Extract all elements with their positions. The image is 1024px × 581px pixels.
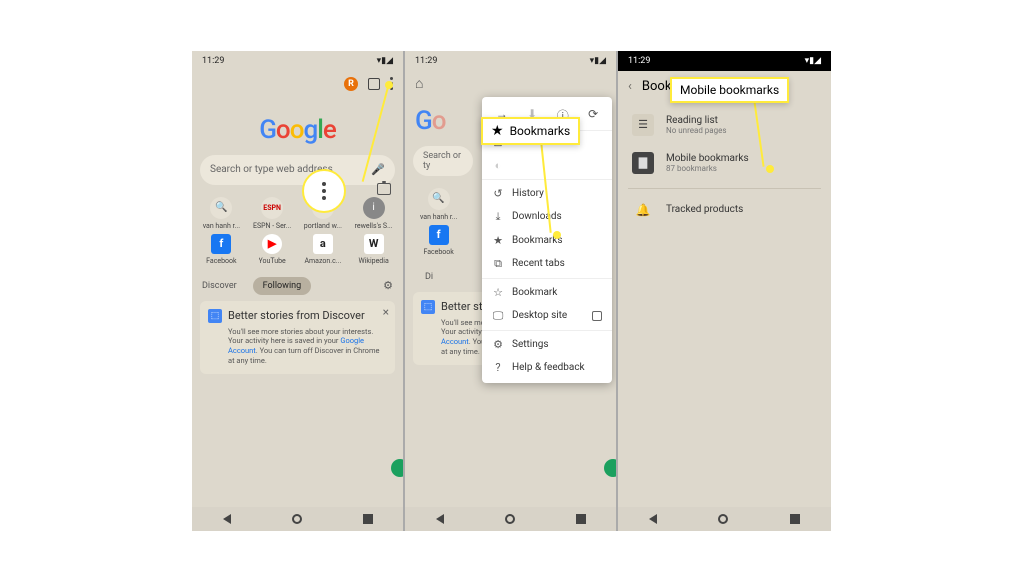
home-button[interactable]: [505, 514, 515, 524]
tab-switcher-icon[interactable]: [368, 78, 380, 90]
highlight-ring: [302, 169, 346, 213]
back-button[interactable]: [223, 514, 231, 524]
recents-button[interactable]: [363, 514, 373, 524]
shortcut-facebook[interactable]: fFacebook: [198, 234, 245, 265]
discover-icon: ⬚: [208, 309, 222, 323]
download-icon: ⤓: [492, 210, 504, 224]
shortcut-rewells[interactable]: irewells's S...: [350, 197, 397, 230]
mic-icon[interactable]: 🎤: [371, 163, 385, 176]
menu-desktop-site[interactable]: 🖵Desktop site: [482, 304, 612, 328]
shortcut-wikipedia[interactable]: WWikipedia: [350, 234, 397, 265]
magnifier-icon: 🔍: [210, 197, 232, 219]
shortcut-espn[interactable]: ESPNESPN - Ser...: [249, 197, 296, 230]
bell-icon: 🔔: [632, 203, 654, 217]
callout-mobile-bookmarks: Mobile bookmarks: [670, 77, 789, 103]
star-icon: ★: [491, 123, 504, 139]
tabs-icon: ⧉: [492, 257, 504, 271]
bookmark-item-reading-list[interactable]: ☰ Reading list No unread pages: [618, 106, 831, 144]
back-icon[interactable]: ‹: [628, 79, 632, 94]
phone-2: 11:29 ▾▮◢ ⌂ Go Search or ty 🔍van hanh r.…: [405, 51, 618, 531]
camera-icon[interactable]: [377, 183, 391, 195]
shortcut-amazon[interactable]: aAmazon.c...: [300, 234, 347, 265]
recents-button[interactable]: [576, 514, 586, 524]
home-button[interactable]: [718, 514, 728, 524]
home-button[interactable]: [292, 514, 302, 524]
espn-icon: ESPN: [261, 197, 283, 219]
divider: [628, 188, 821, 189]
status-bar: 11:29 ▾▮◢: [192, 51, 403, 71]
reading-list-icon: ☰: [632, 114, 654, 136]
card-title: Better stories from Discover: [228, 309, 365, 322]
status-time: 11:29: [628, 56, 650, 66]
star-icon: ★: [492, 234, 504, 247]
magnifier-icon: 🔍: [428, 188, 450, 210]
history-icon: ↺: [492, 187, 504, 200]
menu-recent-tabs[interactable]: ⧉Recent tabs: [482, 252, 612, 276]
overflow-menu-magnified-icon: [322, 182, 326, 200]
card-body: You'll see more stories about your inter…: [228, 327, 387, 366]
discover-icon: ⬚: [421, 300, 435, 314]
bookmark-item-mobile-bookmarks[interactable]: ▇ Mobile bookmarks 87 bookmarks: [618, 144, 831, 182]
menu-settings[interactable]: ⚙Settings: [482, 333, 612, 356]
google-logo: Google: [192, 115, 403, 145]
shortcut-vanhanh[interactable]: 🔍van hanh r...: [411, 188, 466, 221]
tab-discover-partial[interactable]: Di: [415, 268, 443, 286]
profile-avatar[interactable]: R: [344, 77, 358, 91]
checkbox[interactable]: [592, 311, 602, 321]
recents-button[interactable]: [790, 514, 800, 524]
facebook-icon: f: [429, 225, 449, 245]
star-outline-icon: ☆: [492, 286, 504, 299]
menu-bookmarks[interactable]: ★Bookmarks: [482, 229, 612, 252]
refresh-icon[interactable]: ⟳: [588, 107, 598, 124]
status-bar: 11:29 ▾▮◢: [618, 51, 831, 71]
close-icon[interactable]: ×: [383, 305, 389, 319]
shortcut-facebook[interactable]: fFacebook: [411, 225, 466, 256]
android-nav-bar: [405, 507, 616, 531]
folder-icon: ▇: [632, 152, 654, 174]
search-bar-partial[interactable]: Search or ty: [413, 146, 473, 176]
menu-help[interactable]: ?Help & feedback: [482, 356, 612, 379]
phone-3: 11:29 ▾▮◢ ‹ Bookma ☰ Reading list No unr…: [618, 51, 831, 531]
status-time: 11:29: [415, 56, 437, 66]
facebook-icon: f: [211, 234, 231, 254]
home-icon[interactable]: ⌂: [415, 75, 423, 92]
phone-1: 11:29 ▾▮◢ R Google Search or type web ad…: [192, 51, 405, 531]
tab-following[interactable]: Following: [253, 277, 312, 295]
fab-button[interactable]: [391, 459, 405, 477]
youtube-icon: ▶: [262, 234, 282, 254]
highlight-dot: [553, 231, 561, 239]
status-icons: ▾▮◢: [377, 56, 393, 66]
shortcut-youtube[interactable]: ▶YouTube: [249, 234, 296, 265]
shortcut-vanhanh[interactable]: 🔍van hanh r...: [198, 197, 245, 230]
status-bar: 11:29 ▾▮◢: [405, 51, 616, 71]
android-nav-bar: [192, 507, 403, 531]
gear-icon: ⚙: [492, 338, 504, 351]
back-button[interactable]: [436, 514, 444, 524]
highlight-dot: [385, 81, 393, 89]
callout-bookmarks: ★ Bookmarks: [481, 117, 580, 145]
discover-card[interactable]: × ⬚ Better stories from Discover You'll …: [200, 301, 395, 374]
fab-button[interactable]: [604, 459, 618, 477]
android-nav-bar: [618, 507, 831, 531]
status-icons: ▾▮◢: [805, 56, 821, 66]
menu-bookmark[interactable]: ☆Bookmark: [482, 281, 612, 304]
status-icons: ▾▮◢: [590, 56, 606, 66]
back-button[interactable]: [649, 514, 657, 524]
tab-discover[interactable]: Discover: [192, 277, 247, 295]
menu-incognito[interactable]: ◐: [482, 154, 612, 177]
gear-icon[interactable]: ⚙: [383, 279, 393, 292]
help-icon: ?: [492, 361, 504, 374]
tutorial-screenshot-tryptic: 11:29 ▾▮◢ R Google Search or type web ad…: [192, 51, 832, 531]
info-icon: i: [363, 197, 385, 219]
amazon-icon: a: [313, 234, 333, 254]
wikipedia-icon: W: [364, 234, 384, 254]
desktop-icon: 🖵: [492, 309, 504, 323]
highlight-dot: [766, 165, 774, 173]
status-time: 11:29: [202, 56, 224, 66]
incognito-icon: ◐: [492, 159, 504, 172]
bookmark-item-tracked[interactable]: 🔔 Tracked products: [618, 195, 831, 225]
